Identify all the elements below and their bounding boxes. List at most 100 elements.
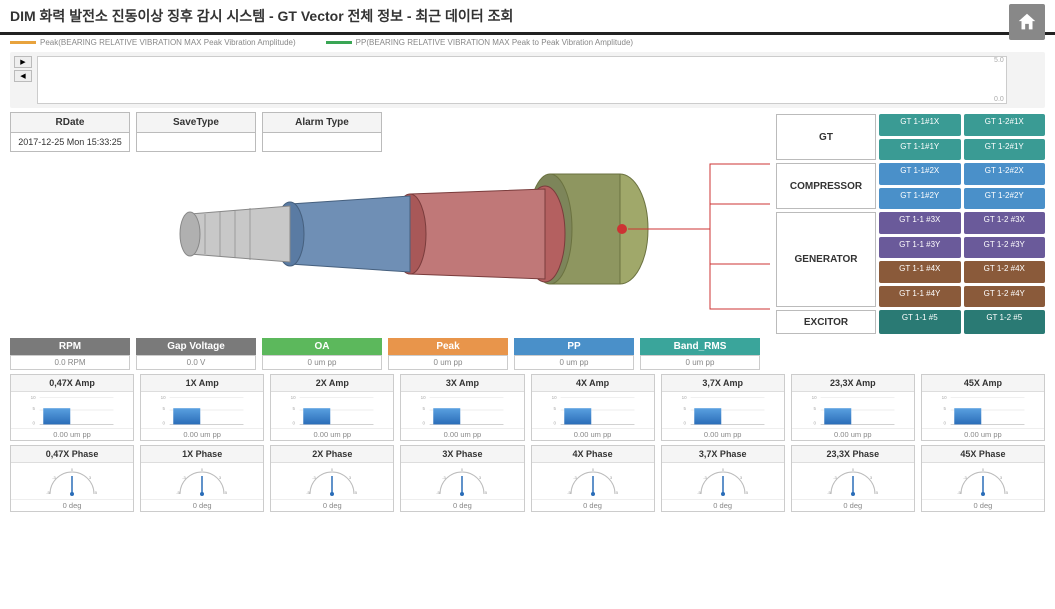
legend-swatch-pp [326, 41, 352, 44]
sensor-chip[interactable]: GT 1-2#1X [964, 114, 1046, 136]
amp-bar-chart: 1050 [141, 392, 263, 428]
svg-text:5: 5 [813, 406, 816, 411]
svg-text:0: 0 [32, 420, 35, 425]
phase-title: 2X Phase [271, 446, 393, 463]
home-icon [1016, 11, 1038, 33]
metric-value: 0.0 V [136, 355, 256, 370]
sensor-chip[interactable]: GT 1-2#2X [964, 163, 1046, 185]
phase-gauge: 0-33-55 [401, 463, 523, 499]
metric-pp: PP [514, 338, 634, 355]
sensor-chip[interactable]: GT 1-1 #3X [879, 212, 961, 234]
chart-canvas[interactable]: 5.0 0.0 [37, 56, 1007, 104]
phase-title: 3X Phase [401, 446, 523, 463]
sensor-chip[interactable]: GT 1-1#2X [879, 163, 961, 185]
amp-value: 0.00 um pp [141, 428, 263, 440]
svg-text:0: 0 [163, 420, 166, 425]
page-title: DIM 화력 발전소 진동이상 징후 감시 시스템 - GT Vector 전체… [10, 6, 513, 26]
svg-text:10: 10 [942, 395, 948, 400]
amp-card: 23,3X Amp10500.00 um pp [791, 374, 915, 441]
metric-rpm: RPM [10, 338, 130, 355]
metric-band_rms: Band_RMS [640, 338, 760, 355]
amp-card: 0,47X Amp10500.00 um pp [10, 374, 134, 441]
amp-bar-chart: 1050 [922, 392, 1044, 428]
phase-value: 0 deg [271, 499, 393, 511]
svg-text:5: 5 [32, 406, 35, 411]
svg-text:10: 10 [421, 395, 427, 400]
phase-gauge: 0-33-55 [922, 463, 1044, 499]
amp-title: 3X Amp [401, 375, 523, 392]
sensor-chip[interactable]: GT 1-1#1X [879, 114, 961, 136]
phase-title: 3,7X Phase [662, 446, 784, 463]
phase-gauge: 0-33-55 [792, 463, 914, 499]
svg-text:5: 5 [95, 490, 98, 495]
amp-title: 3,7X Amp [662, 375, 784, 392]
svg-text:5: 5 [163, 406, 166, 411]
phase-value: 0 deg [141, 499, 263, 511]
svg-text:0: 0 [461, 467, 464, 472]
chart-nav-right[interactable]: ▶ [14, 56, 32, 68]
sensor-chip[interactable]: GT 1-1#2Y [879, 188, 961, 210]
metric-value: 0.0 RPM [10, 355, 130, 370]
metric-value: 0 um pp [262, 355, 382, 370]
sensor-chip[interactable]: GT 1-2#1Y [964, 139, 1046, 161]
sensor-chip[interactable]: GT 1-2 #3Y [964, 237, 1046, 259]
sensor-chip[interactable]: GT 1-1#1Y [879, 139, 961, 161]
svg-text:0: 0 [982, 467, 985, 472]
phase-value: 0 deg [532, 499, 654, 511]
svg-text:10: 10 [681, 395, 687, 400]
chart-nav-left[interactable]: ◀ [14, 70, 32, 82]
metric-value: 0 um pp [514, 355, 634, 370]
sensor-chip[interactable]: GT 1-1 #4Y [879, 286, 961, 308]
timeline-chart: ▶ ◀ 5.0 0.0 [10, 52, 1045, 108]
svg-text:5: 5 [225, 490, 228, 495]
svg-text:5: 5 [553, 406, 556, 411]
svg-text:5: 5 [423, 406, 426, 411]
sensor-chip[interactable]: GT 1-2 #3X [964, 212, 1046, 234]
svg-text:0: 0 [201, 467, 204, 472]
sensor-chip[interactable]: GT 1-2 #4Y [964, 286, 1046, 308]
home-button[interactable] [1009, 4, 1045, 40]
phase-card: 3,7X Phase0-33-550 deg [661, 445, 785, 512]
amp-bar-chart: 1050 [662, 392, 784, 428]
sensor-chip[interactable]: GT 1-1 #3Y [879, 237, 961, 259]
phase-value: 0 deg [401, 499, 523, 511]
svg-text:3: 3 [89, 475, 92, 480]
phase-value: 0 deg [922, 499, 1044, 511]
amp-bar-chart: 1050 [271, 392, 393, 428]
svg-text:0: 0 [423, 420, 426, 425]
sensor-chip[interactable]: GT 1-1 #4X [879, 261, 961, 283]
amp-bar-chart: 1050 [792, 392, 914, 428]
sensor-chip[interactable]: GT 1-1 #5 [879, 310, 961, 334]
svg-text:3: 3 [740, 475, 743, 480]
amp-card: 4X Amp10500.00 um pp [531, 374, 655, 441]
sensor-chip[interactable]: GT 1-2#2Y [964, 188, 1046, 210]
amp-title: 23,3X Amp [792, 375, 914, 392]
svg-text:10: 10 [31, 395, 37, 400]
svg-text:5: 5 [485, 490, 488, 495]
legend-label-peak: Peak(BEARING RELATIVE VIBRATION MAX Peak… [40, 38, 296, 47]
phase-title: 4X Phase [532, 446, 654, 463]
phase-gauge: 0-33-55 [141, 463, 263, 499]
sensor-chip[interactable]: GT 1-2 #5 [964, 310, 1046, 334]
phase-card: 1X Phase0-33-550 deg [140, 445, 264, 512]
svg-text:3: 3 [870, 475, 873, 480]
svg-text:5: 5 [615, 490, 618, 495]
svg-text:0: 0 [553, 420, 556, 425]
metric-gap voltage: Gap Voltage [136, 338, 256, 355]
amp-card: 3X Amp10500.00 um pp [400, 374, 524, 441]
svg-text:3: 3 [219, 475, 222, 480]
svg-text:0: 0 [683, 420, 686, 425]
phase-card: 0,47X Phase0-33-550 deg [10, 445, 134, 512]
phase-gauge: 0-33-55 [271, 463, 393, 499]
amp-value: 0.00 um pp [532, 428, 654, 440]
svg-text:0: 0 [71, 467, 74, 472]
svg-text:0: 0 [331, 467, 334, 472]
svg-text:0: 0 [591, 467, 594, 472]
amp-value: 0.00 um pp [792, 428, 914, 440]
col-rdate: RDate [10, 112, 130, 133]
amp-card: 3,7X Amp10500.00 um pp [661, 374, 785, 441]
sensor-chip[interactable]: GT 1-2 #4X [964, 261, 1046, 283]
amp-title: 0,47X Amp [11, 375, 133, 392]
amp-bar-chart: 1050 [532, 392, 654, 428]
phase-gauge: 0-33-55 [11, 463, 133, 499]
